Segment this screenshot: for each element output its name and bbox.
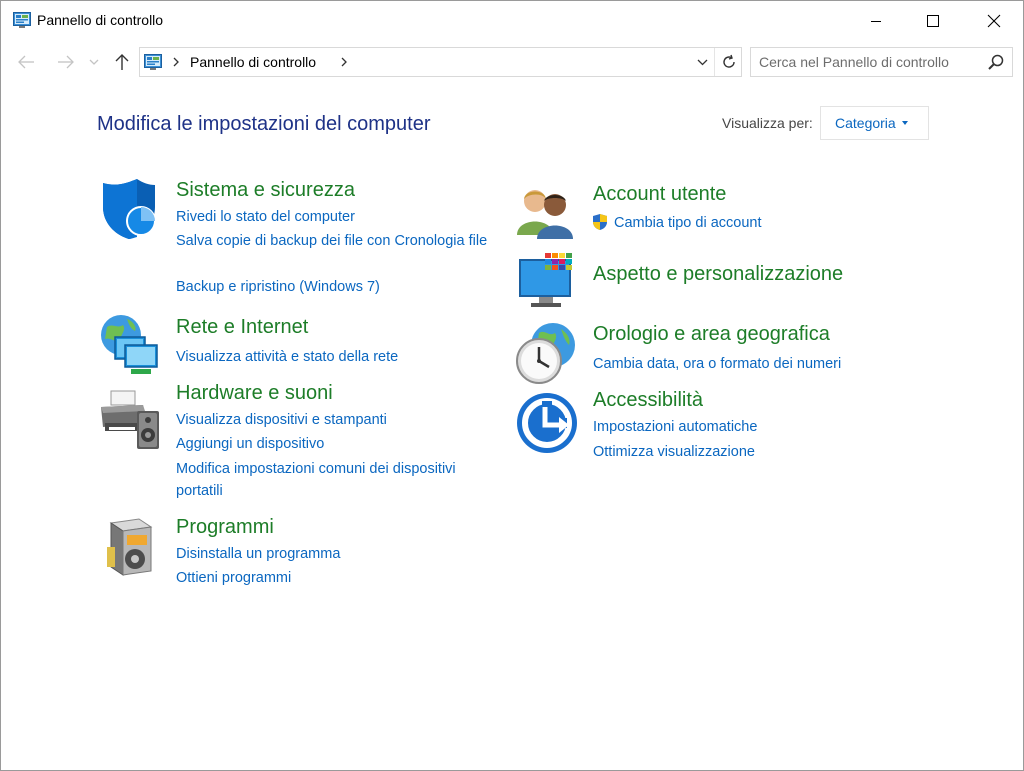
recent-locations-button[interactable]: [85, 49, 103, 75]
user-accounts-icon[interactable]: [515, 181, 579, 245]
navigation-bar: Pannello di controllo: [1, 41, 1023, 83]
link-add-device[interactable]: Aggiungi un dispositivo: [176, 433, 324, 455]
control-panel-icon: [13, 12, 31, 28]
window-title: Pannello di controllo: [37, 12, 164, 28]
minimize-icon: [871, 21, 881, 22]
search-box[interactable]: [750, 47, 1013, 77]
maximize-icon: [927, 15, 939, 27]
search-icon[interactable]: [987, 53, 1005, 71]
close-button[interactable]: [971, 1, 1017, 41]
category-appearance[interactable]: Aspetto e personalizzazione: [593, 263, 843, 286]
back-button[interactable]: [13, 49, 39, 75]
breadcrumb-separator[interactable]: [338, 54, 350, 70]
title-bar: Pannello di controllo: [1, 1, 1023, 41]
security-shield-icon[interactable]: [97, 177, 161, 241]
arrow-right-icon: [58, 55, 74, 69]
category-clock-region[interactable]: Orologio e area geografica: [593, 323, 830, 346]
category-programs[interactable]: Programmi: [176, 516, 274, 539]
appearance-monitor-icon[interactable]: [515, 251, 579, 315]
uac-shield-icon: [593, 214, 607, 230]
breadcrumb-separator[interactable]: [170, 54, 182, 70]
link-uninstall-program[interactable]: Disinstalla un programma: [176, 543, 340, 565]
link-optimize-display[interactable]: Ottimizza visualizzazione: [593, 441, 755, 463]
close-icon: [987, 14, 1001, 28]
caret-down-icon: [901, 121, 908, 125]
view-by-dropdown[interactable]: Categoria: [820, 106, 929, 140]
accessibility-icon[interactable]: [515, 391, 579, 455]
category-hardware-sound[interactable]: Hardware e suoni: [176, 382, 333, 405]
breadcrumb-control-panel[interactable]: Pannello di controllo: [190, 54, 316, 70]
category-network-internet[interactable]: Rete e Internet: [176, 316, 308, 339]
link-auto-settings[interactable]: Impostazioni automatiche: [593, 416, 757, 438]
category-ease-of-access[interactable]: Accessibilità: [593, 389, 703, 412]
link-change-account-type[interactable]: Cambia tipo di account: [614, 212, 762, 234]
programs-box-icon[interactable]: [97, 517, 161, 581]
view-by-value: Categoria: [835, 115, 896, 131]
view-by-label: Visualizza per:: [722, 115, 813, 131]
arrow-left-icon: [18, 55, 34, 69]
chevron-down-icon: [697, 59, 707, 65]
arrow-up-icon: [115, 54, 129, 70]
up-button[interactable]: [109, 49, 135, 75]
search-input[interactable]: [759, 53, 979, 71]
chevron-right-icon: [173, 57, 179, 67]
link-change-date-time-format[interactable]: Cambia data, ora o formato dei numeri: [593, 353, 841, 375]
page-title: Modifica le impostazioni del computer: [97, 113, 431, 135]
category-user-accounts[interactable]: Account utente: [593, 183, 726, 206]
link-mobility-settings[interactable]: Modifica impostazioni comuni dei disposi…: [176, 458, 496, 502]
link-devices-printers[interactable]: Visualizza dispositivi e stampanti: [176, 409, 387, 431]
minimize-button[interactable]: [853, 1, 899, 41]
chevron-down-icon: [89, 59, 99, 65]
category-system-security[interactable]: Sistema e sicurezza: [176, 179, 355, 202]
link-get-programs[interactable]: Ottieni programmi: [176, 567, 291, 589]
control-panel-icon: [144, 54, 162, 70]
chevron-right-icon: [341, 57, 347, 67]
printer-speaker-icon[interactable]: [97, 389, 161, 453]
refresh-button[interactable]: [714, 48, 742, 76]
refresh-icon: [722, 54, 735, 68]
address-bar[interactable]: Pannello di controllo: [139, 47, 742, 77]
forward-button[interactable]: [53, 49, 79, 75]
link-backup-restore[interactable]: Backup e ripristino (Windows 7): [176, 276, 380, 298]
maximize-button[interactable]: [910, 1, 956, 41]
link-review-computer-status[interactable]: Rivedi lo stato del computer: [176, 206, 355, 228]
address-history-dropdown[interactable]: [692, 48, 712, 76]
link-network-status[interactable]: Visualizza attività e stato della rete: [176, 346, 398, 368]
network-globe-icon[interactable]: [97, 313, 161, 377]
link-file-history-backup[interactable]: Salva copie di backup dei file con Crono…: [176, 230, 496, 252]
clock-globe-icon[interactable]: [513, 321, 577, 385]
control-panel-window: Pannello di controllo Pannello di contro…: [0, 0, 1024, 771]
